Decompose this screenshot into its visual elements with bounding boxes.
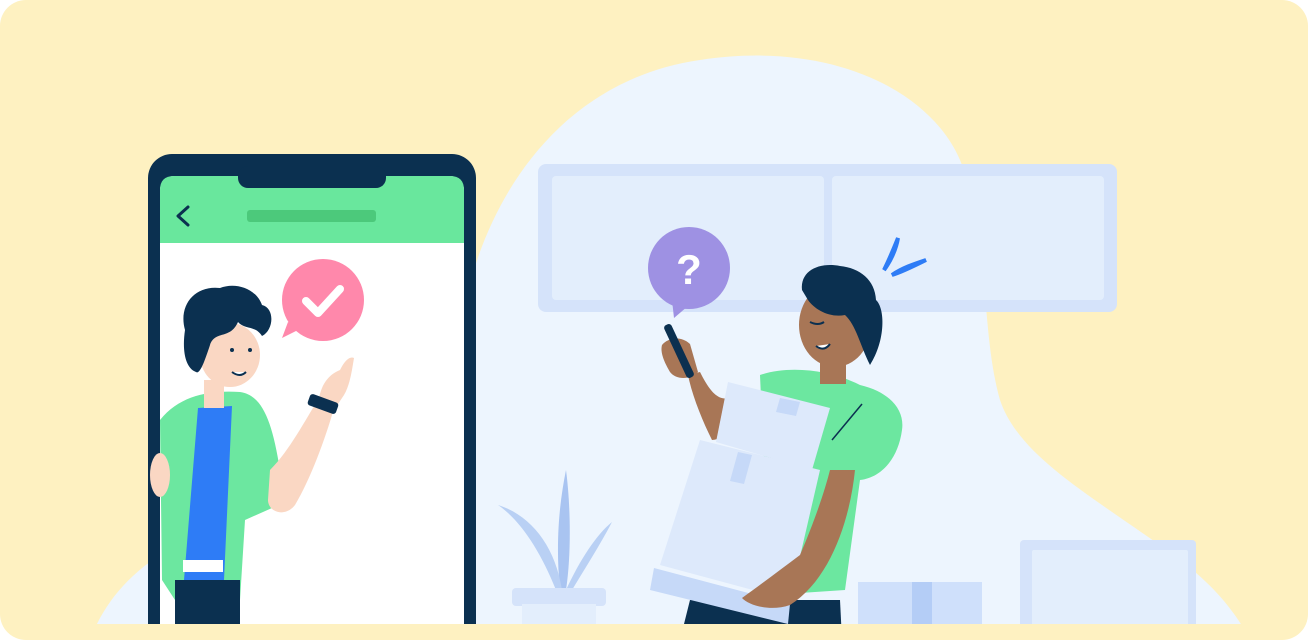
question-icon: ? bbox=[676, 246, 702, 293]
app-title-bar bbox=[247, 210, 376, 222]
illustration-card: ? bbox=[0, 0, 1308, 640]
check-bubble bbox=[282, 259, 364, 341]
box-floor bbox=[858, 582, 982, 624]
box-stack-right bbox=[1020, 540, 1196, 624]
delivery-illustration: ? bbox=[97, 55, 1241, 624]
